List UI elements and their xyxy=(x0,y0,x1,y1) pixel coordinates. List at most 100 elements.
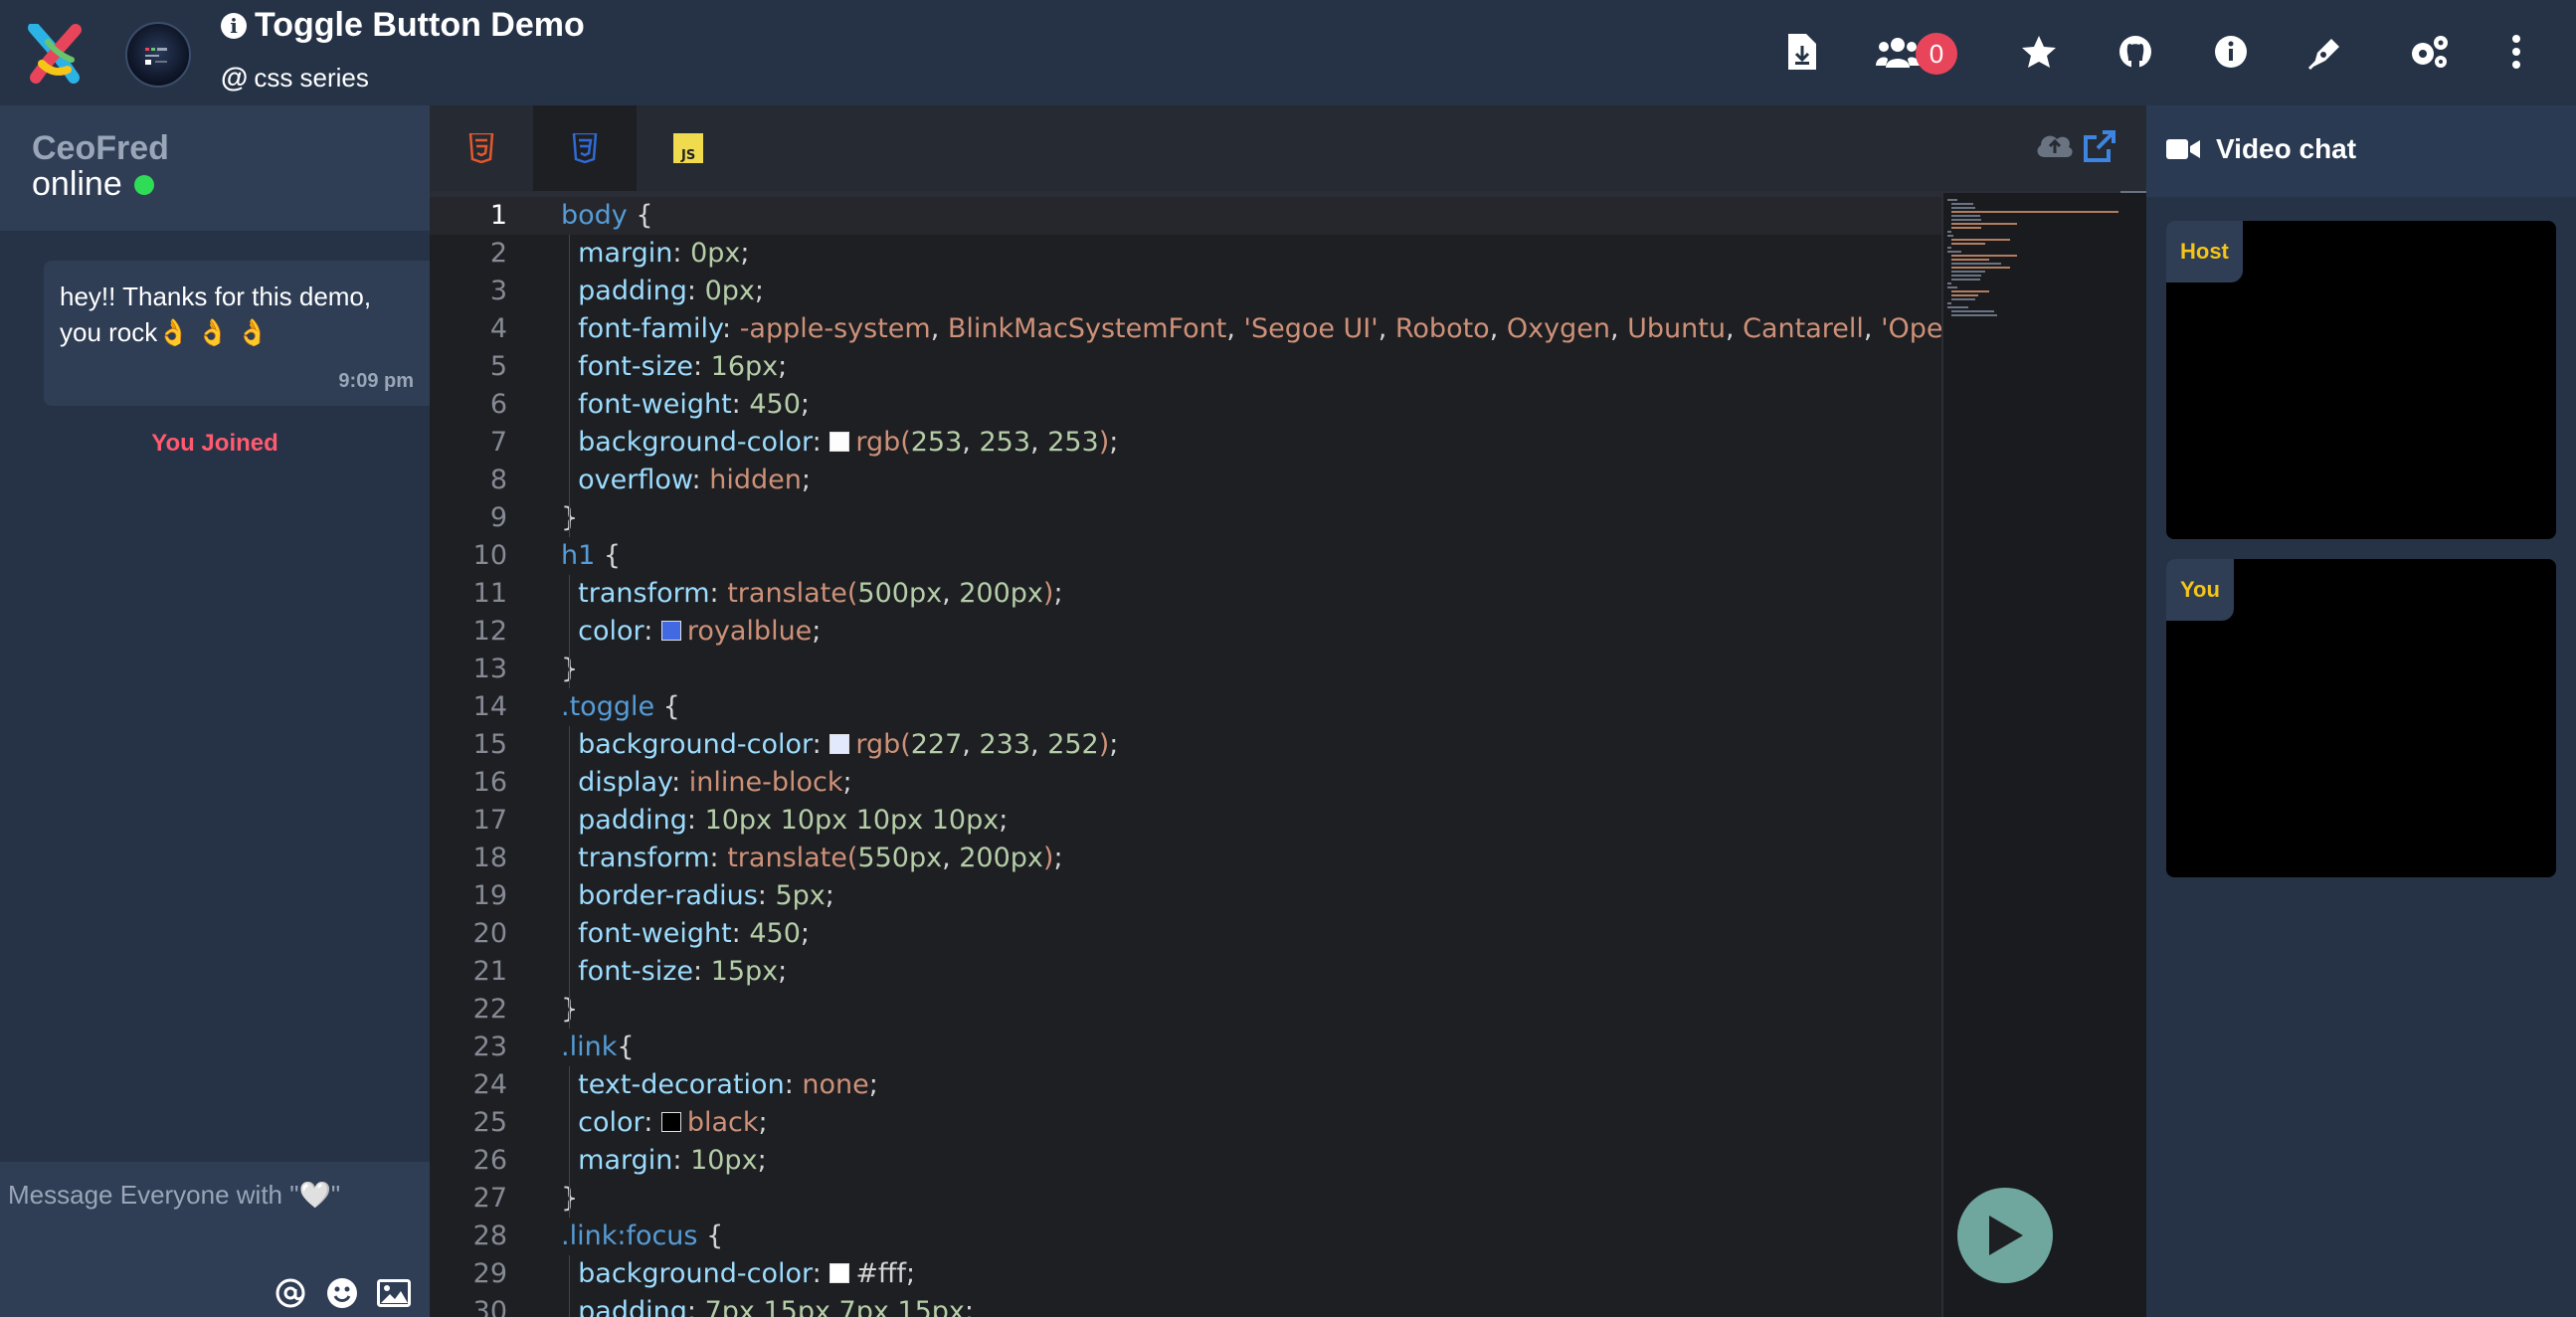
code-line[interactable]: 22} xyxy=(430,991,1941,1029)
message-input[interactable]: Message Everyone with "🤍" xyxy=(8,1180,340,1211)
color-swatch[interactable] xyxy=(829,734,850,754)
color-swatch[interactable] xyxy=(660,1112,681,1132)
external-link-icon[interactable] xyxy=(2083,129,2120,167)
code-line[interactable]: 16 display: inline-block; xyxy=(430,764,1941,802)
minimap-line xyxy=(1947,231,1951,233)
chat-user-header: CeoFred online xyxy=(0,105,430,231)
code-text: color: black; xyxy=(561,1107,768,1138)
emoji-icon[interactable] xyxy=(324,1275,360,1311)
code-minimap[interactable] xyxy=(1941,193,2146,1317)
code-line[interactable]: 5 font-size: 16px; xyxy=(430,348,1941,386)
self-video[interactable]: You xyxy=(2166,559,2556,877)
color-swatch[interactable] xyxy=(829,432,850,452)
host-video[interactable]: Host xyxy=(2166,221,2556,539)
code-text: padding: 0px; xyxy=(561,276,764,306)
project-avatar[interactable] xyxy=(125,22,191,88)
line-number: 20 xyxy=(472,918,507,949)
code-line[interactable]: 28 .link:focus { xyxy=(430,1218,1941,1255)
code-text: .link{ xyxy=(561,1032,635,1062)
run-button[interactable] xyxy=(1957,1188,2053,1283)
code-line[interactable]: 21 font-size: 15px; xyxy=(430,953,1941,991)
line-number: 29 xyxy=(472,1258,507,1289)
code-line[interactable]: 29 background-color: #fff; xyxy=(430,1255,1941,1293)
code-line[interactable]: 3 padding: 0px; xyxy=(430,273,1941,310)
minimap-line xyxy=(1951,275,1982,277)
tab-js[interactable]: JS xyxy=(637,105,740,191)
line-number: 5 xyxy=(489,351,507,382)
settings-icon[interactable] xyxy=(2407,28,2451,76)
mention-icon[interactable] xyxy=(273,1275,308,1311)
color-swatch[interactable] xyxy=(829,1263,850,1283)
code-line[interactable]: 25 color: black; xyxy=(430,1104,1941,1142)
code-line[interactable]: 4 font-family: -apple-system, BlinkMacSy… xyxy=(430,310,1941,348)
code-area[interactable]: 1 body {2 margin: 0px; 3 padding: 0px; 4 fo… xyxy=(430,193,1941,1317)
line-number: 8 xyxy=(489,465,507,495)
code-line[interactable]: 19 border-radius: 5px; xyxy=(430,877,1941,915)
code-text: padding: 7px 15px 7px 15px; xyxy=(561,1296,974,1317)
cloud-upload-icon[interactable] xyxy=(2035,129,2075,169)
color-swatch[interactable] xyxy=(660,621,681,641)
code-line[interactable]: 2 margin: 0px; xyxy=(430,235,1941,273)
users-icon[interactable] xyxy=(1876,28,1920,76)
line-number: 30 xyxy=(472,1296,507,1317)
line-number: 2 xyxy=(489,238,507,269)
star-icon[interactable] xyxy=(2021,28,2057,76)
code-line[interactable]: 20 font-weight: 450; xyxy=(430,915,1941,953)
code-editor: JS 1 body {2 margin: 0px; 3 padding: 0px; 4… xyxy=(430,105,2146,1317)
code-text: font-size: 16px; xyxy=(561,351,788,382)
image-icon[interactable] xyxy=(376,1275,412,1311)
code-line[interactable]: 1 body { xyxy=(430,197,1941,235)
code-line[interactable]: 7 background-color: rgb(253, 253, 253); xyxy=(430,424,1941,462)
download-file-icon[interactable] xyxy=(1784,28,1820,76)
minimap-line xyxy=(1951,263,2001,265)
message-composer[interactable]: Message Everyone with "🤍" xyxy=(0,1162,430,1317)
line-number: 21 xyxy=(472,956,507,987)
code-line[interactable]: 9} xyxy=(430,499,1941,537)
code-line[interactable]: 14 .toggle { xyxy=(430,688,1941,726)
indent-guide xyxy=(569,726,570,1029)
code-line[interactable]: 27} xyxy=(430,1180,1941,1218)
line-number: 4 xyxy=(489,313,507,344)
info-circle-icon[interactable] xyxy=(2214,28,2248,76)
info-icon[interactable]: i xyxy=(221,12,247,39)
code-line[interactable]: 30 padding: 7px 15px 7px 15px; xyxy=(430,1293,1941,1317)
more-vertical-icon[interactable] xyxy=(2506,28,2526,76)
code-line[interactable]: 10 h1 { xyxy=(430,537,1941,575)
code-line[interactable]: 26 margin: 10px; xyxy=(430,1142,1941,1180)
line-number: 28 xyxy=(472,1221,507,1251)
line-number: 18 xyxy=(472,843,507,873)
line-number: 13 xyxy=(472,654,507,684)
line-number: 27 xyxy=(472,1183,507,1214)
svg-text:JS: JS xyxy=(680,148,695,163)
code-line[interactable]: 17 padding: 10px 10px 10px 10px; xyxy=(430,802,1941,840)
tab-html[interactable] xyxy=(430,105,533,191)
minimap-line xyxy=(1951,267,2011,269)
code-line[interactable]: 18 transform: translate(550px, 200px); xyxy=(430,840,1941,877)
app-logo[interactable] xyxy=(28,22,82,84)
code-line[interactable]: 6 font-weight: 450; xyxy=(430,386,1941,424)
code-line[interactable]: 15 background-color: rgb(227, 233, 252); xyxy=(430,726,1941,764)
page-subtitle: css series xyxy=(254,62,369,93)
line-number: 25 xyxy=(472,1107,507,1138)
video-camera-icon xyxy=(2166,139,2200,159)
line-number: 22 xyxy=(472,994,507,1025)
code-text: text-decoration: none; xyxy=(561,1069,878,1100)
github-icon[interactable] xyxy=(2118,28,2152,76)
pen-icon[interactable] xyxy=(2307,28,2345,76)
host-label: Host xyxy=(2166,221,2243,282)
line-number: 23 xyxy=(472,1032,507,1062)
minimap-line xyxy=(1951,239,2011,241)
line-number: 26 xyxy=(472,1145,507,1176)
code-text: overflow: hidden; xyxy=(561,465,811,495)
code-line[interactable]: 13} xyxy=(430,651,1941,688)
code-line[interactable]: 8 overflow: hidden; xyxy=(430,462,1941,499)
tab-css[interactable] xyxy=(533,105,637,191)
code-line[interactable]: 11 transform: translate(500px, 200px); xyxy=(430,575,1941,613)
code-line[interactable]: 12 color: royalblue; xyxy=(430,613,1941,651)
code-line[interactable]: 24 text-decoration: none; xyxy=(430,1066,1941,1104)
code-line[interactable]: 23 .link{ xyxy=(430,1029,1941,1066)
message-time: 9:09 pm xyxy=(338,370,414,392)
code-text: .toggle { xyxy=(561,691,680,722)
minimap-line xyxy=(1947,247,1951,249)
minimap-line xyxy=(1951,243,1985,245)
